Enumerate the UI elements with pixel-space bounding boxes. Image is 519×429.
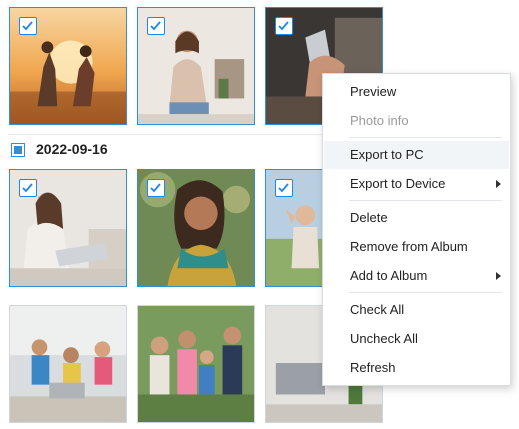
menu-item-label: Photo info bbox=[350, 113, 409, 128]
photo-thumbnail[interactable] bbox=[137, 169, 255, 287]
menu-item-export-to-device[interactable]: Export to Device bbox=[324, 170, 509, 198]
select-checkbox[interactable] bbox=[147, 179, 165, 197]
select-checkbox[interactable] bbox=[275, 179, 293, 197]
photo-thumbnail[interactable] bbox=[9, 7, 127, 125]
menu-item-label: Refresh bbox=[350, 360, 396, 375]
menu-item-label: Export to Device bbox=[350, 176, 446, 191]
menu-item-add-to-album[interactable]: Add to Album bbox=[324, 262, 509, 290]
submenu-arrow-icon bbox=[496, 272, 501, 280]
group-select-checkbox[interactable] bbox=[11, 143, 25, 157]
menu-item-check-all[interactable]: Check All bbox=[324, 296, 509, 324]
menu-item-preview[interactable]: Preview bbox=[324, 78, 509, 106]
menu-item-label: Remove from Album bbox=[350, 239, 468, 254]
menu-item-photo-info: Photo info bbox=[324, 107, 509, 135]
photo-thumbnail[interactable] bbox=[137, 305, 255, 423]
select-checkbox[interactable] bbox=[147, 17, 165, 35]
select-checkbox[interactable] bbox=[19, 179, 37, 197]
menu-item-label: Preview bbox=[350, 84, 397, 99]
menu-item-label: Export to PC bbox=[350, 147, 424, 162]
photo-thumbnail[interactable] bbox=[137, 7, 255, 125]
menu-item-label: Add to Album bbox=[350, 268, 428, 283]
context-menu: Preview Photo info Export to PC Export t… bbox=[322, 73, 511, 386]
photo-thumbnail[interactable] bbox=[9, 169, 127, 287]
menu-item-export-to-pc[interactable]: Export to PC bbox=[324, 141, 509, 169]
menu-separator bbox=[349, 292, 502, 293]
menu-item-label: Uncheck All bbox=[350, 331, 418, 346]
menu-separator bbox=[349, 137, 502, 138]
submenu-arrow-icon bbox=[496, 180, 501, 188]
menu-separator bbox=[349, 200, 502, 201]
menu-item-refresh[interactable]: Refresh bbox=[324, 354, 509, 382]
photo-family-portrait-park bbox=[138, 306, 254, 422]
menu-item-delete[interactable]: Delete bbox=[324, 204, 509, 232]
menu-item-remove-from-album[interactable]: Remove from Album bbox=[324, 233, 509, 261]
menu-item-uncheck-all[interactable]: Uncheck All bbox=[324, 325, 509, 353]
photo-office-team-celebrating bbox=[10, 306, 126, 422]
menu-item-label: Check All bbox=[350, 302, 405, 317]
select-checkbox[interactable] bbox=[19, 17, 37, 35]
menu-item-label: Delete bbox=[350, 210, 388, 225]
group-date-label: 2022-09-16 bbox=[36, 141, 108, 157]
select-checkbox[interactable] bbox=[275, 17, 293, 35]
photo-thumbnail[interactable] bbox=[9, 305, 127, 423]
